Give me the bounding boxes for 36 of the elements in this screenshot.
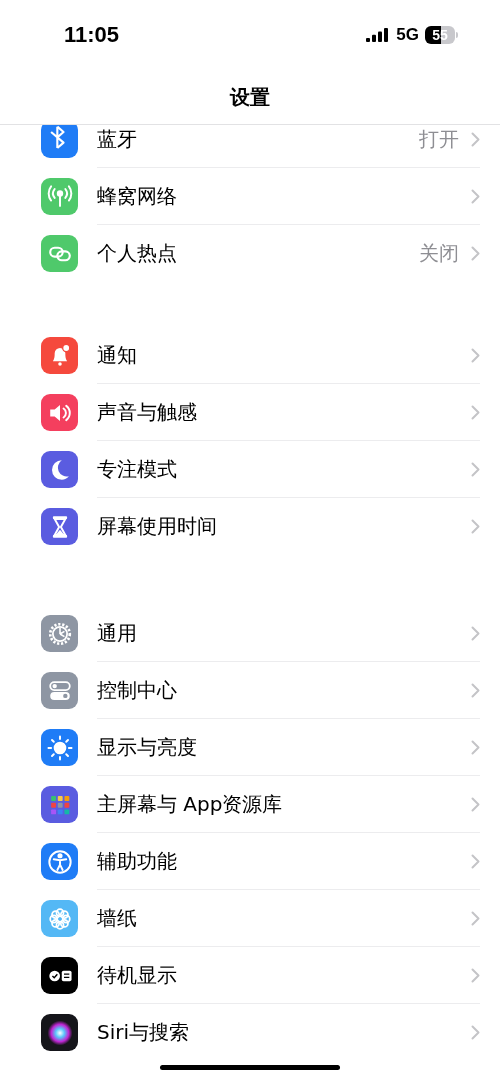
setting-label[interactable]: 控制中心 xyxy=(97,676,471,704)
chevron-icon xyxy=(471,1025,480,1040)
chevron-icon xyxy=(471,246,480,261)
setting-value: 打开 xyxy=(419,125,459,153)
setting-label[interactable]: 专注模式 xyxy=(97,455,471,483)
chevron-icon xyxy=(471,853,480,869)
setting-label[interactable]: 显示与亮度 xyxy=(97,733,471,761)
setting-label[interactable]: 声音与触感 xyxy=(97,398,471,426)
setting-value: 关闭 xyxy=(419,240,459,267)
setting-label[interactable]: 墙纸 xyxy=(97,904,471,932)
chevron-icon xyxy=(471,131,480,147)
setting-label[interactable]: 待机显示 xyxy=(97,961,471,989)
status-time: 11:05 xyxy=(64,22,120,48)
setting-label[interactable]: 蓝牙 xyxy=(97,125,419,153)
chevron-icon xyxy=(471,461,480,477)
setting-label[interactable]: 通用 xyxy=(97,619,471,647)
setting-label[interactable]: 辅助功能 xyxy=(97,847,471,875)
setting-label[interactable]: Siri与搜索 xyxy=(97,1019,471,1046)
setting-label[interactable]: 通知 xyxy=(97,341,471,369)
setting-label[interactable]: 主屏幕与 App资源库 xyxy=(97,790,471,818)
chevron-icon xyxy=(471,625,480,641)
chevron-icon xyxy=(471,682,480,698)
page-title: 设置 xyxy=(230,83,270,111)
chevron-icon xyxy=(471,910,480,926)
chevron-icon xyxy=(471,796,480,812)
network-type: 5G xyxy=(396,25,419,45)
setting-label[interactable]: 个人热点 xyxy=(97,240,419,267)
setting-label[interactable]: 屏幕使用时间 xyxy=(97,513,471,540)
chevron-icon xyxy=(471,347,480,363)
signal-icon xyxy=(366,28,391,42)
chevron-icon xyxy=(471,188,480,204)
chevron-icon xyxy=(471,404,480,420)
chevron-icon xyxy=(471,967,480,983)
chevron-icon xyxy=(471,739,480,755)
setting-label[interactable]: 蜂窝网络 xyxy=(97,182,471,210)
chevron-icon xyxy=(471,519,480,534)
